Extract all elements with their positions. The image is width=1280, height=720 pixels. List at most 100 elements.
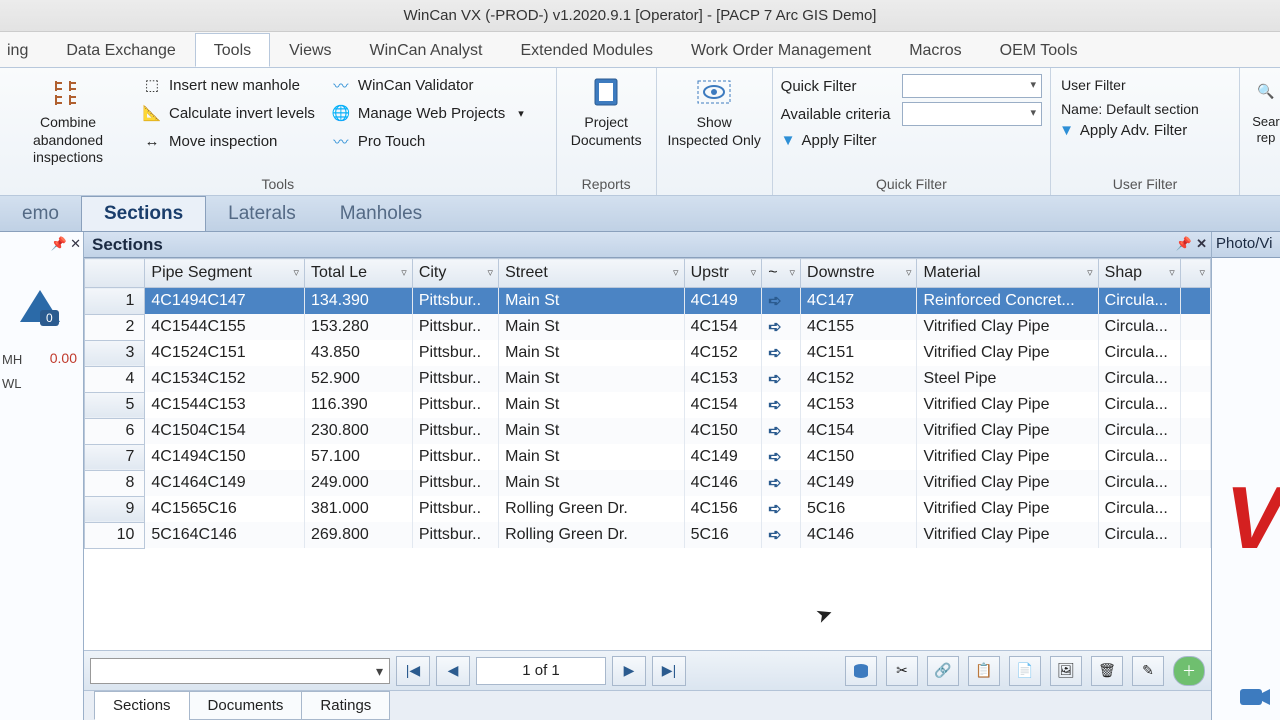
col-header[interactable]: Material▿ xyxy=(917,259,1098,288)
ribbon-tab-wincan-analyst[interactable]: WinCan Analyst xyxy=(351,33,502,67)
tool-icon-2[interactable]: ✂ xyxy=(886,656,918,686)
ribbon-tabstrip: ingData ExchangeToolsViewsWinCan Analyst… xyxy=(0,32,1280,68)
ribbon-tab-extended-modules[interactable]: Extended Modules xyxy=(501,33,672,67)
filter-icon[interactable]: ▿ xyxy=(488,266,494,279)
avail-criteria-combo[interactable] xyxy=(902,102,1042,126)
insert-manhole-button[interactable]: ⬚Insert new manhole xyxy=(140,72,317,98)
db-icon[interactable] xyxy=(845,656,877,686)
quick-filter-combo[interactable] xyxy=(902,74,1042,98)
manhole-icon: ⬚ xyxy=(142,76,162,94)
logo-letter: V xyxy=(1225,467,1280,569)
documents-icon xyxy=(586,74,626,110)
ribbon-tab-work-order-management[interactable]: Work Order Management xyxy=(672,33,890,67)
bottom-tab-sections[interactable]: Sections xyxy=(94,691,190,720)
mh-label: MH xyxy=(2,352,22,367)
col-header[interactable]: City▿ xyxy=(412,259,498,288)
next-page-button[interactable]: ▶ xyxy=(612,656,646,686)
ribbon-tab-data-exchange[interactable]: Data Exchange xyxy=(47,33,194,67)
table-row[interactable]: 44C1534C15252.900Pittsbur..Main St4C153➪… xyxy=(85,366,1211,392)
pin-icon[interactable]: 📌 xyxy=(51,236,67,252)
filter-icon[interactable]: ▿ xyxy=(293,266,299,279)
pin-icon[interactable]: 📌 xyxy=(1176,236,1192,252)
col-header[interactable]: Upstr▿ xyxy=(684,259,762,288)
add-icon[interactable]: ＋ xyxy=(1173,656,1205,686)
table-row[interactable]: 84C1464C149249.000Pittsbur..Main St4C146… xyxy=(85,470,1211,496)
apply-adv-filter-button[interactable]: ▼Apply Adv. Filter xyxy=(1059,122,1201,139)
ribbon-body: Combine abandoned inspections ⬚Insert ne… xyxy=(0,68,1280,196)
search-replace-button[interactable]: 🔍Sear rep xyxy=(1248,72,1280,147)
view-tab-manholes[interactable]: Manholes xyxy=(318,197,444,231)
col-header[interactable]: Downstre▿ xyxy=(801,259,917,288)
show-inspected-button[interactable]: Show Inspected Only xyxy=(665,72,764,149)
bottom-tab-ratings[interactable]: Ratings xyxy=(301,691,390,720)
reports-group-label: Reports xyxy=(565,173,648,195)
filter-icon[interactable]: ▿ xyxy=(906,266,912,279)
filter-icon[interactable]: ▿ xyxy=(401,266,407,279)
edit-icon[interactable]: ✎ xyxy=(1132,656,1164,686)
bottom-tab-documents[interactable]: Documents xyxy=(189,691,303,720)
ribbon-tab-tools[interactable]: Tools xyxy=(195,33,270,67)
tool-icon-4[interactable]: 📋 xyxy=(968,656,1000,686)
right-panel: Photo/Vi V xyxy=(1212,232,1280,720)
tool-icon-5[interactable]: 📄 xyxy=(1009,656,1041,686)
ribbon-tab-ing[interactable]: ing xyxy=(0,33,47,67)
col-header[interactable]: Pipe Segment▿ xyxy=(145,259,305,288)
close-icon[interactable]: ✕ xyxy=(1196,236,1207,252)
tools-group-label: Tools xyxy=(8,173,548,195)
table-row[interactable]: 64C1504C154230.800Pittsbur..Main St4C150… xyxy=(85,418,1211,444)
direction-icon: ➪ xyxy=(768,423,781,440)
filter-icon[interactable]: ▿ xyxy=(673,266,679,279)
status-badge: 0 xyxy=(40,310,59,326)
pager-combo[interactable] xyxy=(90,658,390,684)
col-header[interactable]: Total Le▿ xyxy=(304,259,412,288)
protouch-button[interactable]: 〰Pro Touch xyxy=(329,128,526,154)
filter-icon[interactable]: ▿ xyxy=(1087,266,1093,279)
quick-filter-label: Quick Filter xyxy=(781,78,894,95)
table-row[interactable]: 54C1544C153116.390Pittsbur..Main St4C154… xyxy=(85,392,1211,418)
tool-icon-7[interactable]: 🗑 xyxy=(1091,656,1123,686)
view-tab-laterals[interactable]: Laterals xyxy=(206,197,318,231)
sections-grid-panel: Sections 📌✕ Pipe Segment▿Total Le▿City▿S… xyxy=(84,232,1212,720)
filter-name-label: Name: Default section xyxy=(1059,98,1201,120)
table-row[interactable]: 34C1524C15143.850Pittsbur..Main St4C152➪… xyxy=(85,340,1211,366)
right-panel-header: Photo/Vi xyxy=(1212,232,1280,258)
project-documents-button[interactable]: Project Documents xyxy=(565,72,648,149)
funnel-icon: ▼ xyxy=(1059,122,1074,139)
validator-button[interactable]: 〰WinCan Validator xyxy=(329,72,526,98)
sections-table[interactable]: Pipe Segment▿Total Le▿City▿Street▿Upstr▿… xyxy=(84,258,1211,549)
col-header[interactable]: Shap▿ xyxy=(1098,259,1180,288)
manage-web-button[interactable]: 🌐Manage Web Projects▾ xyxy=(329,100,526,126)
eye-icon xyxy=(694,74,734,110)
col-header[interactable]: Street▿ xyxy=(499,259,684,288)
grid-footer: |◀ ◀ 1 of 1 ▶ ▶| ✂ 🔗 📋 📄 🖼 🗑 ✎ ＋ xyxy=(84,650,1211,690)
filter-icon[interactable]: ▿ xyxy=(1169,266,1175,279)
ribbon-tab-oem-tools[interactable]: OEM Tools xyxy=(981,33,1097,67)
user-filter-label: User Filter xyxy=(1059,74,1201,96)
prev-page-button[interactable]: ◀ xyxy=(436,656,470,686)
ribbon-tab-views[interactable]: Views xyxy=(270,33,350,67)
table-row[interactable]: 74C1494C15057.100Pittsbur..Main St4C149➪… xyxy=(85,444,1211,470)
table-row[interactable]: 14C1494C147134.390Pittsbur..Main St4C149… xyxy=(85,288,1211,315)
filter-icon[interactable]: ▿ xyxy=(1199,266,1205,279)
tool-icon-6[interactable]: 🖼 xyxy=(1050,656,1082,686)
last-page-button[interactable]: ▶| xyxy=(652,656,686,686)
table-row[interactable]: 105C164C146269.800Pittsbur..Rolling Gree… xyxy=(85,522,1211,548)
tool-icon-3[interactable]: 🔗 xyxy=(927,656,959,686)
apply-filter-button[interactable]: ▼Apply Filter xyxy=(781,132,1042,149)
first-page-button[interactable]: |◀ xyxy=(396,656,430,686)
col-header[interactable]: ~▿ xyxy=(762,259,801,288)
table-row[interactable]: 24C1544C155153.280Pittsbur..Main St4C154… xyxy=(85,314,1211,340)
filter-icon[interactable]: ▿ xyxy=(789,266,795,279)
ribbon-tab-macros[interactable]: Macros xyxy=(890,33,980,67)
camera-icon[interactable] xyxy=(1238,683,1272,712)
calc-invert-button[interactable]: 📐Calculate invert levels xyxy=(140,100,317,126)
view-tab-sections[interactable]: Sections xyxy=(81,196,206,231)
view-tab-emo[interactable]: emo xyxy=(0,197,81,231)
combine-inspections-button[interactable]: Combine abandoned inspections xyxy=(8,72,128,167)
move-inspection-button[interactable]: ↔Move inspection xyxy=(140,128,317,154)
close-icon[interactable]: ✕ xyxy=(70,236,81,252)
filter-icon[interactable]: ▿ xyxy=(751,266,757,279)
table-row[interactable]: 94C1565C16381.000Pittsbur..Rolling Green… xyxy=(85,496,1211,522)
left-value: 0.00 xyxy=(50,350,77,366)
funnel-icon: ▼ xyxy=(781,132,796,149)
